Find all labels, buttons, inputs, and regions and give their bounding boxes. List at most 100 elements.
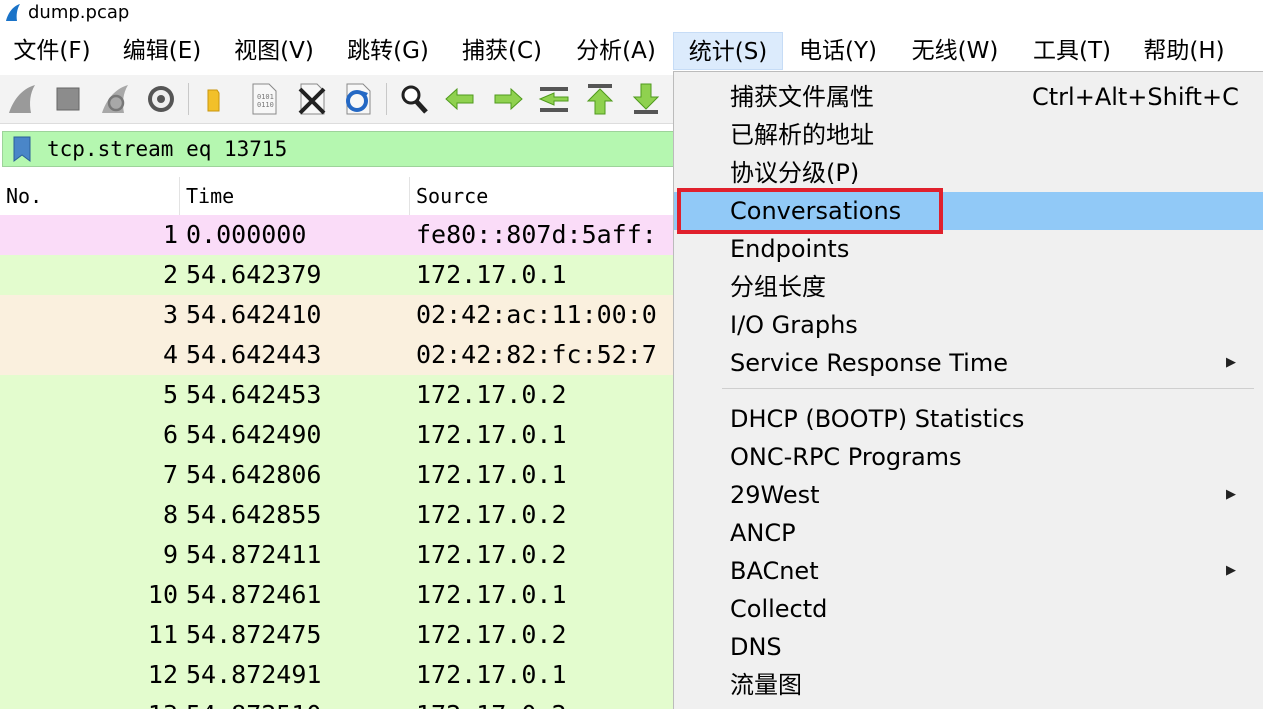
menu-item-io-graphs[interactable]: I/O Graphs [674, 306, 1263, 344]
packet-time: 54.642379 [186, 260, 322, 289]
menu-view[interactable]: 视图(V) [224, 32, 324, 70]
submenu-arrow-icon: ▶ [1226, 355, 1236, 370]
packet-source: 02:42:82:fc:52:7 [416, 340, 657, 369]
packet-source: 172.17.0.1 [416, 660, 567, 689]
packet-row[interactable]: 10 54.872461 172.17.0.1 [0, 575, 680, 615]
go-last-icon[interactable] [628, 81, 664, 117]
menu-item-dns[interactable]: DNS [674, 628, 1263, 666]
menu-telephony[interactable]: 电话(Y) [790, 32, 886, 70]
go-forward-icon[interactable] [490, 81, 526, 117]
packet-row[interactable]: 11 54.872475 172.17.0.2 [0, 615, 680, 655]
packet-row[interactable]: 8 54.642855 172.17.0.2 [0, 495, 680, 535]
close-file-icon[interactable] [294, 81, 330, 117]
menu-item-flow-graph[interactable]: 流量图 [674, 666, 1263, 704]
menu-item-dhcp-statistics[interactable]: DHCP (BOOTP) Statistics [674, 400, 1263, 438]
shark-fin-start-icon[interactable] [5, 81, 41, 117]
packet-number: 12 [147, 660, 178, 689]
packet-number: 10 [147, 580, 178, 609]
packet-source: 172.17.0.1 [416, 260, 567, 289]
display-filter-bar: tcp.stream eq 13715 [0, 127, 692, 175]
menu-item-service-response-time[interactable]: Service Response Time ▶ [674, 344, 1263, 382]
packet-time: 54.642490 [186, 420, 322, 449]
menu-analyze[interactable]: 分析(A) [566, 32, 666, 70]
packet-row[interactable]: 3 54.642410 02:42:ac:11:00:0 [0, 295, 680, 335]
menu-edit[interactable]: 编辑(E) [114, 32, 210, 70]
menu-item-capture-file-properties[interactable]: 捕获文件属性 Ctrl+Alt+Shift+C [674, 78, 1263, 116]
packet-source: 172.17.0.1 [416, 420, 567, 449]
menu-item-label: I/O Graphs [730, 311, 858, 339]
menu-item-bacnet[interactable]: BACnet ▶ [674, 552, 1263, 590]
stop-capture-icon[interactable] [50, 81, 86, 117]
go-to-packet-icon[interactable] [536, 81, 572, 117]
packet-row[interactable]: 12 54.872491 172.17.0.1 [0, 655, 680, 695]
menu-wireless[interactable]: 无线(W) [902, 32, 1008, 70]
packet-time: 54.642855 [186, 500, 322, 529]
capture-options-icon[interactable] [143, 81, 179, 117]
menu-item-label: Endpoints [730, 235, 850, 263]
menu-help[interactable]: 帮助(H) [1134, 32, 1234, 70]
packet-time: 54.642410 [186, 300, 322, 329]
packet-source: 02:42:ac:11:00:0 [416, 300, 657, 329]
menu-item-protocol-hierarchy[interactable]: 协议分级(P) [674, 154, 1263, 192]
menu-statistics[interactable]: 统计(S) [673, 32, 783, 70]
menu-tools[interactable]: 工具(T) [1024, 32, 1120, 70]
packet-number: 5 [162, 380, 178, 409]
menu-item-resolved-addresses[interactable]: 已解析的地址 [674, 116, 1263, 154]
go-back-icon[interactable] [442, 81, 478, 117]
packet-row[interactable]: 6 54.642490 172.17.0.1 [0, 415, 680, 455]
packet-time: 54.872461 [186, 580, 322, 609]
packet-source: 172.17.0.2 [416, 540, 567, 569]
menu-item-label: 29West [730, 481, 820, 509]
packet-time: 54.872491 [186, 660, 322, 689]
statistics-menu: 捕获文件属性 Ctrl+Alt+Shift+C 已解析的地址 协议分级(P) C… [673, 71, 1263, 709]
svg-text:0101: 0101 [257, 93, 274, 101]
packet-number: 4 [162, 340, 178, 369]
column-header-source[interactable]: Source [410, 177, 690, 215]
open-file-icon[interactable] [198, 81, 234, 117]
menu-separator [722, 388, 1254, 389]
menu-capture[interactable]: 捕获(C) [452, 32, 552, 70]
packet-source: 172.17.0.2 [416, 380, 567, 409]
packet-time: 54.642453 [186, 380, 322, 409]
packet-row[interactable]: 4 54.642443 02:42:82:fc:52:7 [0, 335, 680, 375]
menu-item-shortcut: Ctrl+Alt+Shift+C [1032, 83, 1239, 111]
packet-number: 11 [147, 620, 178, 649]
packet-source: fe80::807d:5aff: [416, 220, 657, 249]
highlight-annotation-box [677, 188, 943, 234]
packet-row[interactable]: 2 54.642379 172.17.0.1 [0, 255, 680, 295]
toolbar-separator [386, 83, 387, 115]
column-header-time[interactable]: Time [180, 177, 410, 215]
packet-number: 7 [162, 460, 178, 489]
menu-item-label: 捕获文件属性 [730, 83, 874, 111]
display-filter-input[interactable]: tcp.stream eq 13715 [2, 131, 692, 167]
title-bar: dump.pcap [0, 0, 1263, 28]
menu-file[interactable]: 文件(F) [4, 32, 100, 70]
packet-row[interactable]: 7 54.642806 172.17.0.1 [0, 455, 680, 495]
menu-go[interactable]: 跳转(G) [338, 32, 438, 70]
column-header-no[interactable]: No. [0, 177, 180, 215]
menu-item-onc-rpc-programs[interactable]: ONC-RPC Programs [674, 438, 1263, 476]
packet-source: 172.17.0.1 [416, 460, 567, 489]
filter-text: tcp.stream eq 13715 [47, 137, 288, 161]
restart-capture-icon[interactable] [98, 81, 134, 117]
bookmark-icon[interactable] [9, 136, 35, 162]
menu-item-29west[interactable]: 29West ▶ [674, 476, 1263, 514]
packet-row[interactable]: 9 54.872411 172.17.0.2 [0, 535, 680, 575]
menu-item-endpoints[interactable]: Endpoints [674, 230, 1263, 268]
packet-list: 1 0.000000 fe80::807d:5aff: 2 54.642379 172.1… [0, 215, 680, 709]
go-first-icon[interactable] [582, 81, 618, 117]
packet-number: 13 [0, 695, 178, 709]
submenu-arrow-icon: ▶ [1226, 487, 1236, 502]
find-packet-icon[interactable] [396, 81, 432, 117]
packet-row[interactable]: 13 54.872510 172.17.0.2 [0, 695, 680, 709]
menu-item-ancp[interactable]: ANCP [674, 514, 1263, 552]
menu-item-collectd[interactable]: Collectd [674, 590, 1263, 628]
menu-item-packet-lengths[interactable]: 分组长度 [674, 268, 1263, 306]
packet-row[interactable]: 1 0.000000 fe80::807d:5aff: [0, 215, 680, 255]
packet-time: 54.642443 [186, 340, 322, 369]
reload-file-icon[interactable] [340, 81, 376, 117]
window-title: dump.pcap [28, 2, 130, 23]
packet-row[interactable]: 5 54.642453 172.17.0.2 [0, 375, 680, 415]
menu-bar: 文件(F) 编辑(E) 视图(V) 跳转(G) 捕获(C) 分析(A) 统计(S… [0, 30, 1263, 72]
save-file-icon[interactable]: 0101 0110 [246, 81, 282, 117]
